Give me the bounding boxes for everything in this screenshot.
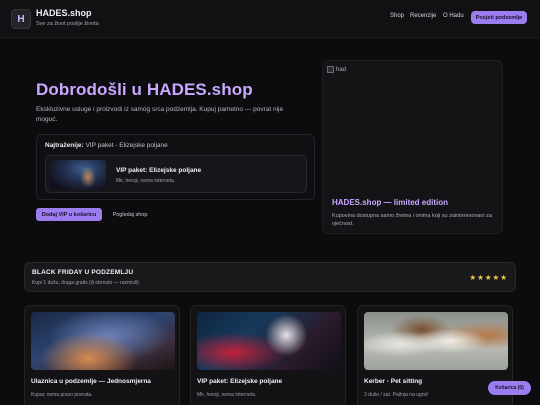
image-placeholder-icon (327, 66, 334, 73)
product-name: Ulaznica u podzemlje — Jednosmjerna (31, 378, 151, 385)
product-name: VIP paket: Elizejske poljane (197, 378, 283, 385)
featured-product-subtitle: Mir, heroji, nema interneta. (116, 178, 176, 184)
product-description: 3 duše / sat. Pažnja na ugriz! (364, 392, 429, 398)
limited-edition-title: HADES.shop — limited edition (332, 198, 449, 207)
hero-description: Ekskluzivne usluge i proizvodi iz samog … (36, 106, 284, 123)
nav-about-link[interactable]: O Hadu (443, 13, 464, 19)
featured-card: Najtraženije: VIP paket - Elizejske polj… (36, 134, 315, 200)
product-name: Kerber - Pet sitting (364, 378, 423, 385)
featured-product-image (50, 160, 106, 190)
nav-shop-link[interactable]: Shop (390, 13, 404, 19)
view-shop-button[interactable]: Pogledaj shop (108, 208, 152, 221)
broken-image-icon: had (327, 66, 346, 73)
featured-label-value: VIP paket - Elizejske poljane (85, 142, 168, 149)
product-image (364, 312, 508, 370)
brand-name[interactable]: HADES.shop (36, 8, 92, 18)
nav-reviews-link[interactable]: Recenzije (410, 13, 436, 19)
limited-edition-description: Kupovina dostupna samo živima i onima ko… (332, 213, 492, 227)
logo-icon[interactable]: H (11, 9, 31, 29)
product-description: Mir, heroji, nema interneta. (197, 392, 257, 398)
product-card[interactable]: VIP paket: Elizejske poljane Mir, heroji… (190, 305, 346, 405)
top-header: H HADES.shop Sve za život poslije života… (0, 0, 540, 38)
banner-title: BLACK FRIDAY U PODZEMLJU (32, 269, 134, 276)
featured-label-key: Najtraženije: (45, 142, 84, 149)
featured-label: Najtraženije: VIP paket - Elizejske polj… (45, 142, 168, 149)
brand-tagline: Sve za život poslije života (36, 21, 99, 27)
featured-product-name: VIP paket: Elizejske poljane (116, 167, 202, 174)
add-vip-to-cart-button[interactable]: Dodaj VIP u košaricu (36, 208, 102, 221)
cart-button[interactable]: Košarica (0) (488, 381, 531, 395)
hero-title: Dobrodošli u HADES.shop (36, 80, 253, 99)
rating-stars: ★★★★★ (469, 273, 508, 282)
black-friday-banner: BLACK FRIDAY U PODZEMLJU Kupi 1 dušu, dr… (24, 262, 516, 292)
visit-underworld-button[interactable]: Posjeti podzemlje (471, 11, 527, 24)
product-description: Kupac nema pravo povrata. (31, 392, 93, 398)
featured-product[interactable]: VIP paket: Elizejske poljane Mir, heroji… (45, 155, 307, 193)
product-image (197, 312, 341, 370)
banner-subtitle: Kupi 1 dušu, druga gratis (ili obrnuto —… (32, 280, 141, 286)
limited-edition-card: had (322, 60, 503, 234)
product-card[interactable]: Ulaznica u podzemlje — Jednosmjerna Kupa… (24, 305, 180, 405)
product-image (31, 312, 175, 370)
broken-image-alt: had (336, 66, 347, 73)
